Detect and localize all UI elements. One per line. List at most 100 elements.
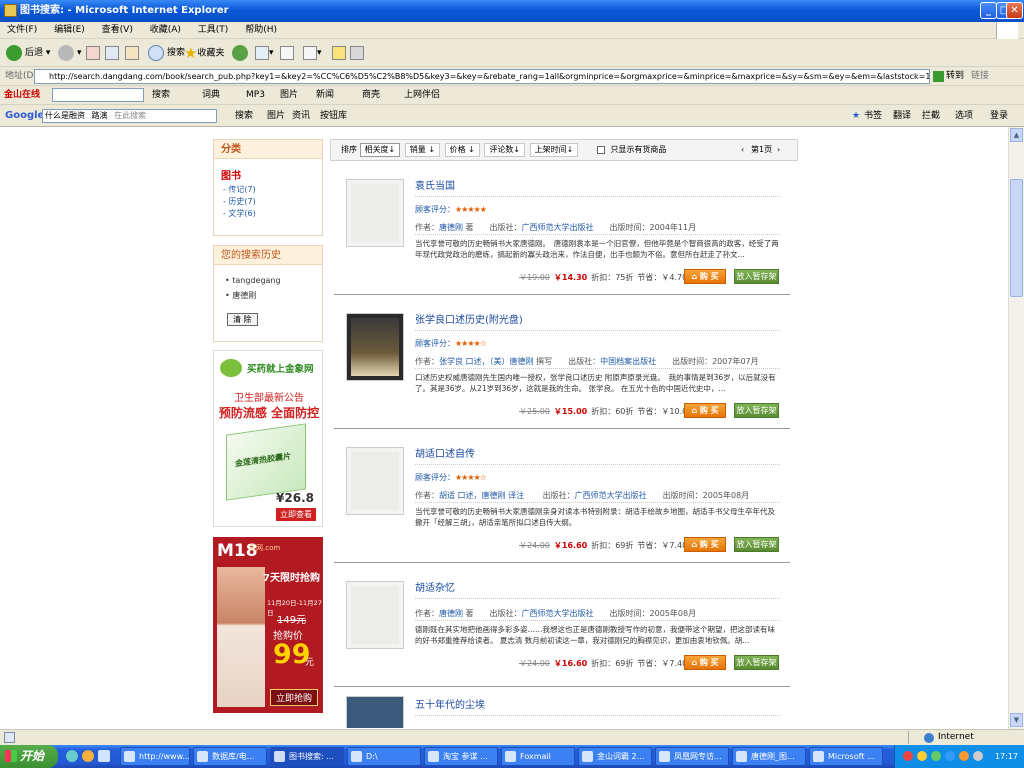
kingsoft-search-input[interactable] — [52, 88, 144, 102]
google-search-input[interactable]: 什么是融资 路演 在此搜索 — [42, 109, 217, 123]
taskbar-item[interactable]: D:\ — [347, 747, 421, 766]
address-input[interactable]: http://search.dangdang.com/book/search_p… — [34, 69, 930, 84]
kingsoft-brand[interactable]: 金山在线 — [4, 86, 40, 105]
kingsoft-search-button[interactable]: 搜索 — [152, 86, 170, 105]
taskbar-item[interactable]: 金山词霸 2... — [578, 747, 652, 766]
quicklaunch-icon[interactable] — [66, 750, 78, 762]
prev-page-button[interactable]: ‹ — [741, 140, 744, 160]
history-item[interactable]: • tangdegang — [225, 273, 322, 288]
close-button[interactable]: ✕ — [1006, 2, 1023, 19]
taskbar-item[interactable]: http://www... — [120, 747, 190, 766]
publisher-link[interactable]: 广西师范大学出版社 — [575, 491, 647, 500]
history-item[interactable]: • 唐德刚 — [225, 288, 322, 303]
google-info-button[interactable]: 资讯 — [292, 105, 310, 127]
product-title-link[interactable]: 胡适杂忆 — [415, 579, 455, 594]
quicklaunch-icon[interactable] — [82, 750, 94, 762]
in-stock-checkbox[interactable] — [596, 145, 605, 154]
add-to-shelf-button[interactable]: 放入暂存架 — [734, 269, 779, 284]
google-options-button[interactable]: 选项 — [955, 105, 973, 127]
links-label[interactable]: 链接 — [971, 67, 989, 86]
messenger-button[interactable] — [350, 44, 364, 62]
kingsoft-online-button[interactable]: 上网伴侣 — [404, 86, 440, 105]
start-button[interactable]: 开始 — [0, 745, 58, 768]
taskbar-item[interactable]: Foxmail — [501, 747, 575, 766]
quicklaunch-icon[interactable] — [98, 750, 110, 762]
sort-relevance-button[interactable]: 相关度↓ — [359, 143, 401, 157]
search-button[interactable]: 搜索 — [148, 44, 185, 62]
pharmacy-ad[interactable]: 买药就上金象网 卫生部最新公告 预防流感 全面防控 金莲清热胶囊片 ¥26.8 … — [213, 350, 323, 527]
m18-buy-button[interactable]: 立即抢购 — [270, 689, 319, 706]
refresh-button[interactable] — [105, 44, 119, 62]
book-cover-image[interactable] — [346, 581, 404, 649]
buy-button[interactable]: ⌂ 购 买 — [684, 269, 726, 284]
taskbar-item[interactable]: 数据库/电... — [193, 747, 267, 766]
menu-file[interactable]: 文件(F) — [5, 25, 39, 35]
google-block-button[interactable]: 拦截 — [922, 105, 940, 127]
buy-button[interactable]: ⌂ 购 买 — [684, 537, 726, 552]
book-cover-image[interactable] — [346, 313, 404, 381]
vertical-scrollbar[interactable]: ▲ ▼ — [1008, 127, 1024, 729]
kingsoft-mp3-button[interactable]: MP3 — [246, 86, 265, 105]
next-page-button[interactable]: › — [777, 140, 780, 160]
taskbar-item[interactable]: 淘宝 参谋 ... — [424, 747, 498, 766]
add-to-shelf-button[interactable]: 放入暂存架 — [734, 403, 779, 418]
tray-icon[interactable] — [945, 751, 955, 761]
menu-tools[interactable]: 工具(T) — [196, 25, 231, 35]
author-link[interactable]: 胡适 口述，唐德刚 译注 — [439, 491, 524, 500]
taskbar-item[interactable]: 唐德刚_图... — [732, 747, 806, 766]
product-title-link[interactable]: 袁氏当国 — [415, 177, 455, 192]
mail-button[interactable]: ▾ — [255, 44, 274, 62]
tray-icon[interactable] — [931, 751, 941, 761]
publisher-link[interactable]: 广西师范大学出版社 — [522, 223, 594, 232]
home-button[interactable] — [125, 44, 139, 62]
volume-icon[interactable] — [973, 751, 983, 761]
publisher-link[interactable]: 广西师范大学出版社 — [522, 609, 594, 618]
author-link[interactable]: 唐德刚 — [439, 223, 463, 232]
print-button[interactable] — [280, 44, 294, 62]
clear-history-button[interactable]: 清 除 — [227, 313, 258, 326]
category-books-link[interactable]: 图书 — [221, 167, 322, 182]
google-tabs-button[interactable]: 按钮库 — [320, 105, 347, 127]
scrollbar-thumb[interactable] — [1010, 179, 1023, 297]
scroll-down-arrow-icon[interactable]: ▼ — [1010, 713, 1023, 727]
author-link[interactable]: 唐德刚 — [439, 609, 463, 618]
menu-view[interactable]: 查看(V) — [100, 25, 135, 35]
history-button[interactable] — [232, 44, 251, 62]
taskbar-item[interactable]: 凤凰网专访... — [655, 747, 729, 766]
edit-button[interactable]: ▾ — [303, 44, 322, 62]
clock[interactable]: 17:17 — [995, 752, 1018, 761]
google-translate-button[interactable]: 翻译 — [893, 105, 911, 127]
discuss-button[interactable] — [332, 44, 346, 62]
book-cover-image[interactable] — [346, 447, 404, 515]
minimize-button[interactable]: _ — [980, 2, 997, 19]
stop-button[interactable] — [86, 44, 100, 62]
google-search-button[interactable]: 搜索 — [235, 105, 253, 127]
menu-help[interactable]: 帮助(H) — [243, 25, 279, 35]
buy-button[interactable]: ⌂ 购 买 — [684, 403, 726, 418]
buy-button[interactable]: ⌂ 购 买 — [684, 655, 726, 670]
add-to-shelf-button[interactable]: 放入暂存架 — [734, 537, 779, 552]
add-to-shelf-button[interactable]: 放入暂存架 — [734, 655, 779, 670]
m18-ad[interactable]: M18 麦网.com 7天限时抢购 11月20日-11月27日 149元 抢购价… — [213, 537, 323, 713]
author-link[interactable]: 张学良 口述，（美）唐德刚 — [439, 357, 534, 366]
google-logo[interactable]: Google — [5, 105, 44, 127]
product-title-link[interactable]: 张学良口述历史(附光盘) — [415, 311, 523, 326]
kingsoft-dict-button[interactable]: 词典 — [202, 86, 220, 105]
google-bookmark-button[interactable]: 书签 — [864, 105, 882, 127]
book-cover-image[interactable] — [346, 696, 404, 728]
forward-button[interactable]: ▾ — [58, 44, 82, 62]
kingsoft-news-button[interactable]: 新闻 — [316, 86, 334, 105]
menu-favorites[interactable]: 收藏(A) — [148, 25, 183, 35]
scroll-up-arrow-icon[interactable]: ▲ — [1010, 128, 1023, 142]
favorites-button[interactable]: ★收藏夹 — [184, 44, 224, 62]
go-button[interactable]: 转到 — [946, 67, 964, 86]
tray-icon[interactable] — [903, 751, 913, 761]
sort-reviews-button[interactable]: 评论数↓ — [484, 143, 526, 157]
category-history-link[interactable]: - 历史(7) — [223, 196, 322, 208]
product-title-link[interactable]: 胡适口述自传 — [415, 445, 475, 460]
back-button[interactable]: 后退 ▾ — [6, 44, 50, 62]
category-literature-link[interactable]: - 文学(6) — [223, 208, 322, 220]
sort-price-button[interactable]: 价格 ↓ — [444, 143, 480, 157]
sort-sales-button[interactable]: 销量 ↓ — [404, 143, 441, 157]
book-cover-image[interactable] — [346, 179, 404, 247]
